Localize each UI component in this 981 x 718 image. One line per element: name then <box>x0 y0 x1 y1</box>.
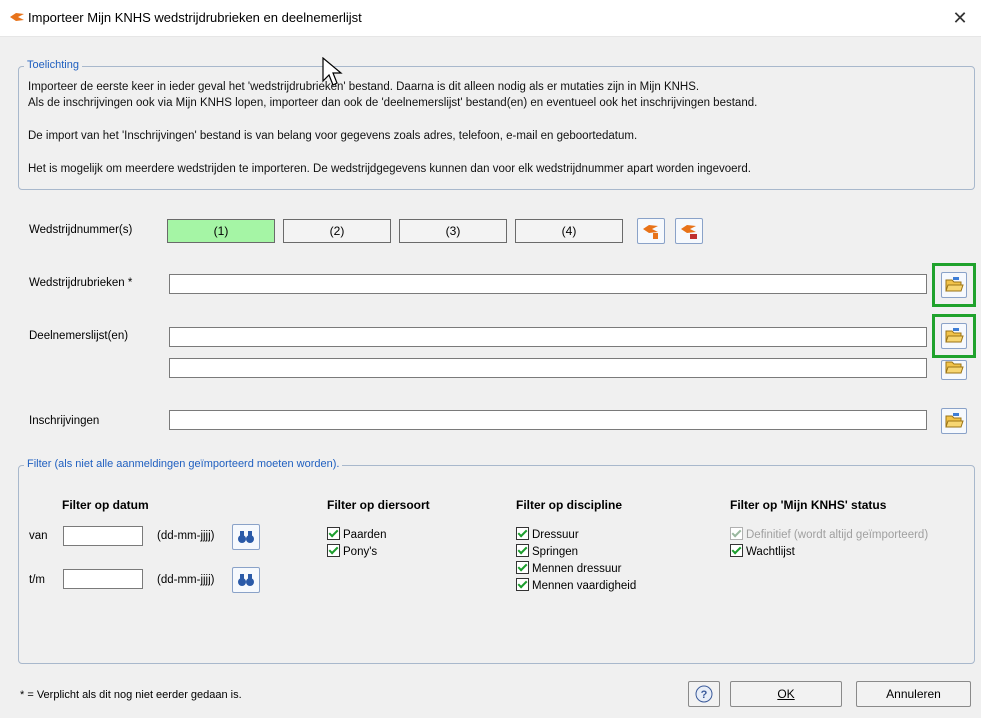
checkbox-wachtlijst[interactable]: Wachtlijst <box>730 544 795 558</box>
date-to-format-hint: (dd-mm-jjjj) <box>157 574 215 586</box>
mouse-cursor-icon <box>322 57 343 86</box>
ok-button-label: OK <box>777 687 795 701</box>
checkbox-paarden[interactable]: Paarden <box>327 527 386 541</box>
delete-knhs-button[interactable] <box>675 218 703 244</box>
folder-open-icon <box>945 413 964 428</box>
explanation-line-1: Importeer de eerste keer in ieder geval … <box>28 81 700 93</box>
knhs-copy-icon <box>643 225 658 239</box>
checkbox-checked-icon <box>730 544 743 557</box>
rubrieken-path-field[interactable] <box>169 274 927 294</box>
close-icon[interactable]: ✕ <box>944 6 976 30</box>
checkbox-checked-icon <box>516 544 529 557</box>
deelnemers-path-field-2[interactable] <box>169 358 927 378</box>
folder-open-icon <box>945 361 964 374</box>
deelnemers-browse-button-2[interactable] <box>941 360 967 380</box>
checkbox-checked-icon <box>730 527 743 540</box>
cancel-button[interactable]: Annuleren <box>856 681 971 707</box>
checkbox-mennen-vaardigheid[interactable]: Mennen vaardigheid <box>516 578 636 592</box>
checkbox-definitief: Definitief (wordt altijd geïmporteerd) <box>730 527 928 541</box>
app-logo-icon <box>10 13 24 21</box>
date-to-input[interactable] <box>63 569 143 589</box>
svg-text:?: ? <box>701 689 708 701</box>
filter-status-heading: Filter op 'Mijn KNHS' status <box>730 498 887 512</box>
checkbox-checked-icon <box>516 578 529 591</box>
date-from-format-hint: (dd-mm-jjjj) <box>157 530 215 542</box>
competition-button-4[interactable]: (4) <box>515 219 623 243</box>
checkbox-checked-icon <box>516 527 529 540</box>
date-from-label: van <box>29 530 48 542</box>
checkbox-label: Springen <box>532 546 579 558</box>
date-from-search-button[interactable] <box>232 524 260 550</box>
filter-animal-heading: Filter op diersoort <box>327 498 430 512</box>
copy-knhs-button[interactable] <box>637 218 665 244</box>
checkbox-label: Definitief (wordt altijd geïmporteerd) <box>746 529 929 541</box>
checkbox-label: Mennen vaardigheid <box>532 580 637 592</box>
binoculars-icon <box>238 574 254 586</box>
filter-date-heading: Filter op datum <box>62 498 149 512</box>
checkbox-label: Wachtlijst <box>746 546 795 558</box>
filter-group <box>18 465 975 664</box>
deelnemers-path-field-1[interactable] <box>169 327 927 347</box>
rubrieken-browse-highlight <box>932 263 976 307</box>
explanation-line-4: Het is mogelijk om meerdere wedstrijden … <box>28 163 751 175</box>
competition-button-3[interactable]: (3) <box>399 219 507 243</box>
checkbox-springen[interactable]: Springen <box>516 544 578 558</box>
title-bar: Importeer Mijn KNHS wedstrijdrubrieken e… <box>0 0 981 37</box>
explanation-line-2: Als de inschrijvingen ook via Mijn KNHS … <box>28 97 758 109</box>
date-to-label: t/m <box>29 574 45 586</box>
checkbox-label: Mennen dressuur <box>532 563 622 575</box>
filter-legend: Filter (als niet alle aanmeldingen geïmp… <box>24 458 343 470</box>
ok-button[interactable]: OK <box>730 681 842 707</box>
checkbox-ponys[interactable]: Pony's <box>327 544 377 558</box>
explanation-legend: Toelichting <box>24 59 82 71</box>
deelnemers-label: Deelnemerslijst(en) <box>29 330 129 342</box>
inschrijvingen-label: Inschrijvingen <box>29 415 100 427</box>
checkbox-label: Paarden <box>343 529 387 541</box>
checkbox-label: Dressuur <box>532 529 579 541</box>
inschrijvingen-path-field[interactable] <box>169 410 927 430</box>
date-from-input[interactable] <box>63 526 143 546</box>
required-footnote: * = Verplicht als dit nog niet eerder ge… <box>20 689 242 701</box>
competition-button-1[interactable]: (1) <box>167 219 275 243</box>
help-icon: ? <box>695 685 713 703</box>
competition-number-label: Wedstrijdnummer(s) <box>29 224 133 236</box>
checkbox-checked-icon <box>516 561 529 574</box>
date-to-search-button[interactable] <box>232 567 260 593</box>
explanation-line-3: De import van het 'Inschrijvingen' besta… <box>28 130 638 142</box>
checkbox-dressuur[interactable]: Dressuur <box>516 527 579 541</box>
help-button[interactable]: ? <box>688 681 720 707</box>
competition-button-2[interactable]: (2) <box>283 219 391 243</box>
checkbox-checked-icon <box>327 544 340 557</box>
cancel-button-label: Annuleren <box>886 687 941 701</box>
checkbox-mennen-dressuur[interactable]: Mennen dressuur <box>516 561 622 575</box>
deelnemers-browse-highlight <box>932 314 976 358</box>
rubrieken-label: Wedstrijdrubrieken * <box>29 277 133 289</box>
filter-discipline-heading: Filter op discipline <box>516 498 623 512</box>
knhs-delete-icon <box>681 225 697 239</box>
checkbox-checked-icon <box>327 527 340 540</box>
checkbox-label: Pony's <box>343 546 378 558</box>
inschrijvingen-browse-button[interactable] <box>941 408 967 434</box>
window-title: Importeer Mijn KNHS wedstrijdrubrieken e… <box>28 10 362 25</box>
binoculars-icon <box>238 531 254 543</box>
